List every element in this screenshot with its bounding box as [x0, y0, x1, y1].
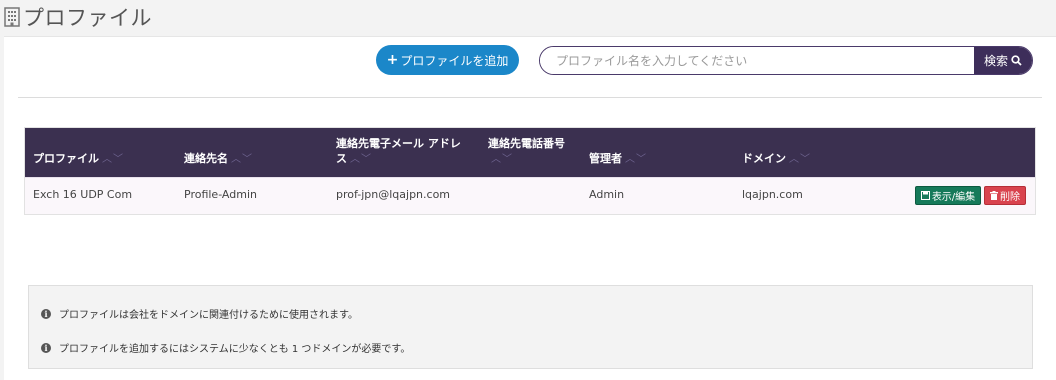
save-icon	[920, 191, 930, 200]
search-button[interactable]: 検索	[974, 47, 1032, 74]
column-header-email[interactable]: 連絡先電子メール アドレス ︿﹀	[336, 136, 466, 167]
view-edit-button[interactable]: 表示/編集	[915, 186, 981, 205]
search-input[interactable]	[540, 47, 974, 74]
delete-label: 削除	[1000, 192, 1020, 203]
info-text: プロファイルは会社をドメインに関連付けるために使用されます。	[59, 310, 358, 321]
view-edit-label: 表示/編集	[931, 192, 976, 203]
column-header-profile[interactable]: プロファイル ︿﹀	[33, 151, 124, 167]
info-line: i プロファイルは会社をドメインに関連付けるために使用されます。	[41, 306, 358, 321]
building-icon	[4, 7, 20, 27]
content-card: + プロファイルを追加 検索 プロファイル︿﹀ 連絡先名︿﹀ 連絡先電子メール …	[4, 36, 1056, 380]
info-icon: i	[41, 308, 51, 319]
add-profile-button[interactable]: + プロファイルを追加	[376, 45, 519, 75]
page-header: プロファイル	[0, 0, 1056, 34]
cell-profile: Exch 16 UDP Com	[33, 188, 133, 201]
info-line: i プロファイルを追加するにはシステムに少なくとも 1 つドメインが必要です。	[41, 340, 410, 355]
cell-contact-name: Profile-Admin	[184, 188, 257, 201]
column-header-contact-name[interactable]: 連絡先名 ︿﹀	[184, 151, 253, 167]
delete-button[interactable]: 削除	[984, 186, 1026, 205]
column-header-phone[interactable]: 連絡先電話番号︿﹀	[488, 136, 568, 167]
cell-email: prof-jpn@lqajpn.com	[336, 188, 451, 201]
sort-icon[interactable]: ︿﹀	[491, 154, 513, 165]
plus-icon: +	[386, 52, 399, 68]
sort-icon[interactable]: ︿﹀	[231, 154, 253, 165]
sort-icon[interactable]: ︿﹀	[350, 154, 372, 165]
sort-icon[interactable]: ︿﹀	[102, 154, 124, 165]
trash-icon	[990, 191, 998, 200]
search-bar: 検索	[539, 46, 1033, 75]
search-label: 検索	[983, 54, 1008, 68]
column-header-domain[interactable]: ドメイン ︿﹀	[742, 151, 811, 167]
page-title: プロファイル	[23, 6, 152, 30]
search-icon	[1011, 55, 1022, 66]
info-text: プロファイルを追加するにはシステムに少なくとも 1 つドメインが必要です。	[59, 344, 411, 355]
profiles-table: プロファイル ︿﹀ 連絡先名 ︿﹀ 連絡先電子メール アドレス ︿﹀ 連絡先電話番号︿…	[24, 127, 1036, 215]
info-box: i プロファイルは会社をドメインに関連付けるために使用されます。 i プロファイ…	[28, 285, 1033, 369]
cell-domain: lqajpn.com	[742, 188, 803, 201]
divider	[18, 97, 1042, 98]
table-row: Exch 16 UDP Com Profile-Admin prof-jpn@l…	[25, 177, 1035, 214]
table-header: プロファイル ︿﹀ 連絡先名 ︿﹀ 連絡先電子メール アドレス ︿﹀ 連絡先電話番号︿…	[25, 128, 1035, 177]
column-header-admin[interactable]: 管理者 ︿﹀	[589, 151, 647, 167]
cell-admin: Admin	[589, 188, 625, 201]
sort-icon[interactable]: ︿﹀	[625, 154, 647, 165]
info-icon: i	[41, 342, 51, 353]
add-profile-label: プロファイルを追加	[400, 53, 509, 68]
sort-icon[interactable]: ︿﹀	[789, 154, 811, 165]
